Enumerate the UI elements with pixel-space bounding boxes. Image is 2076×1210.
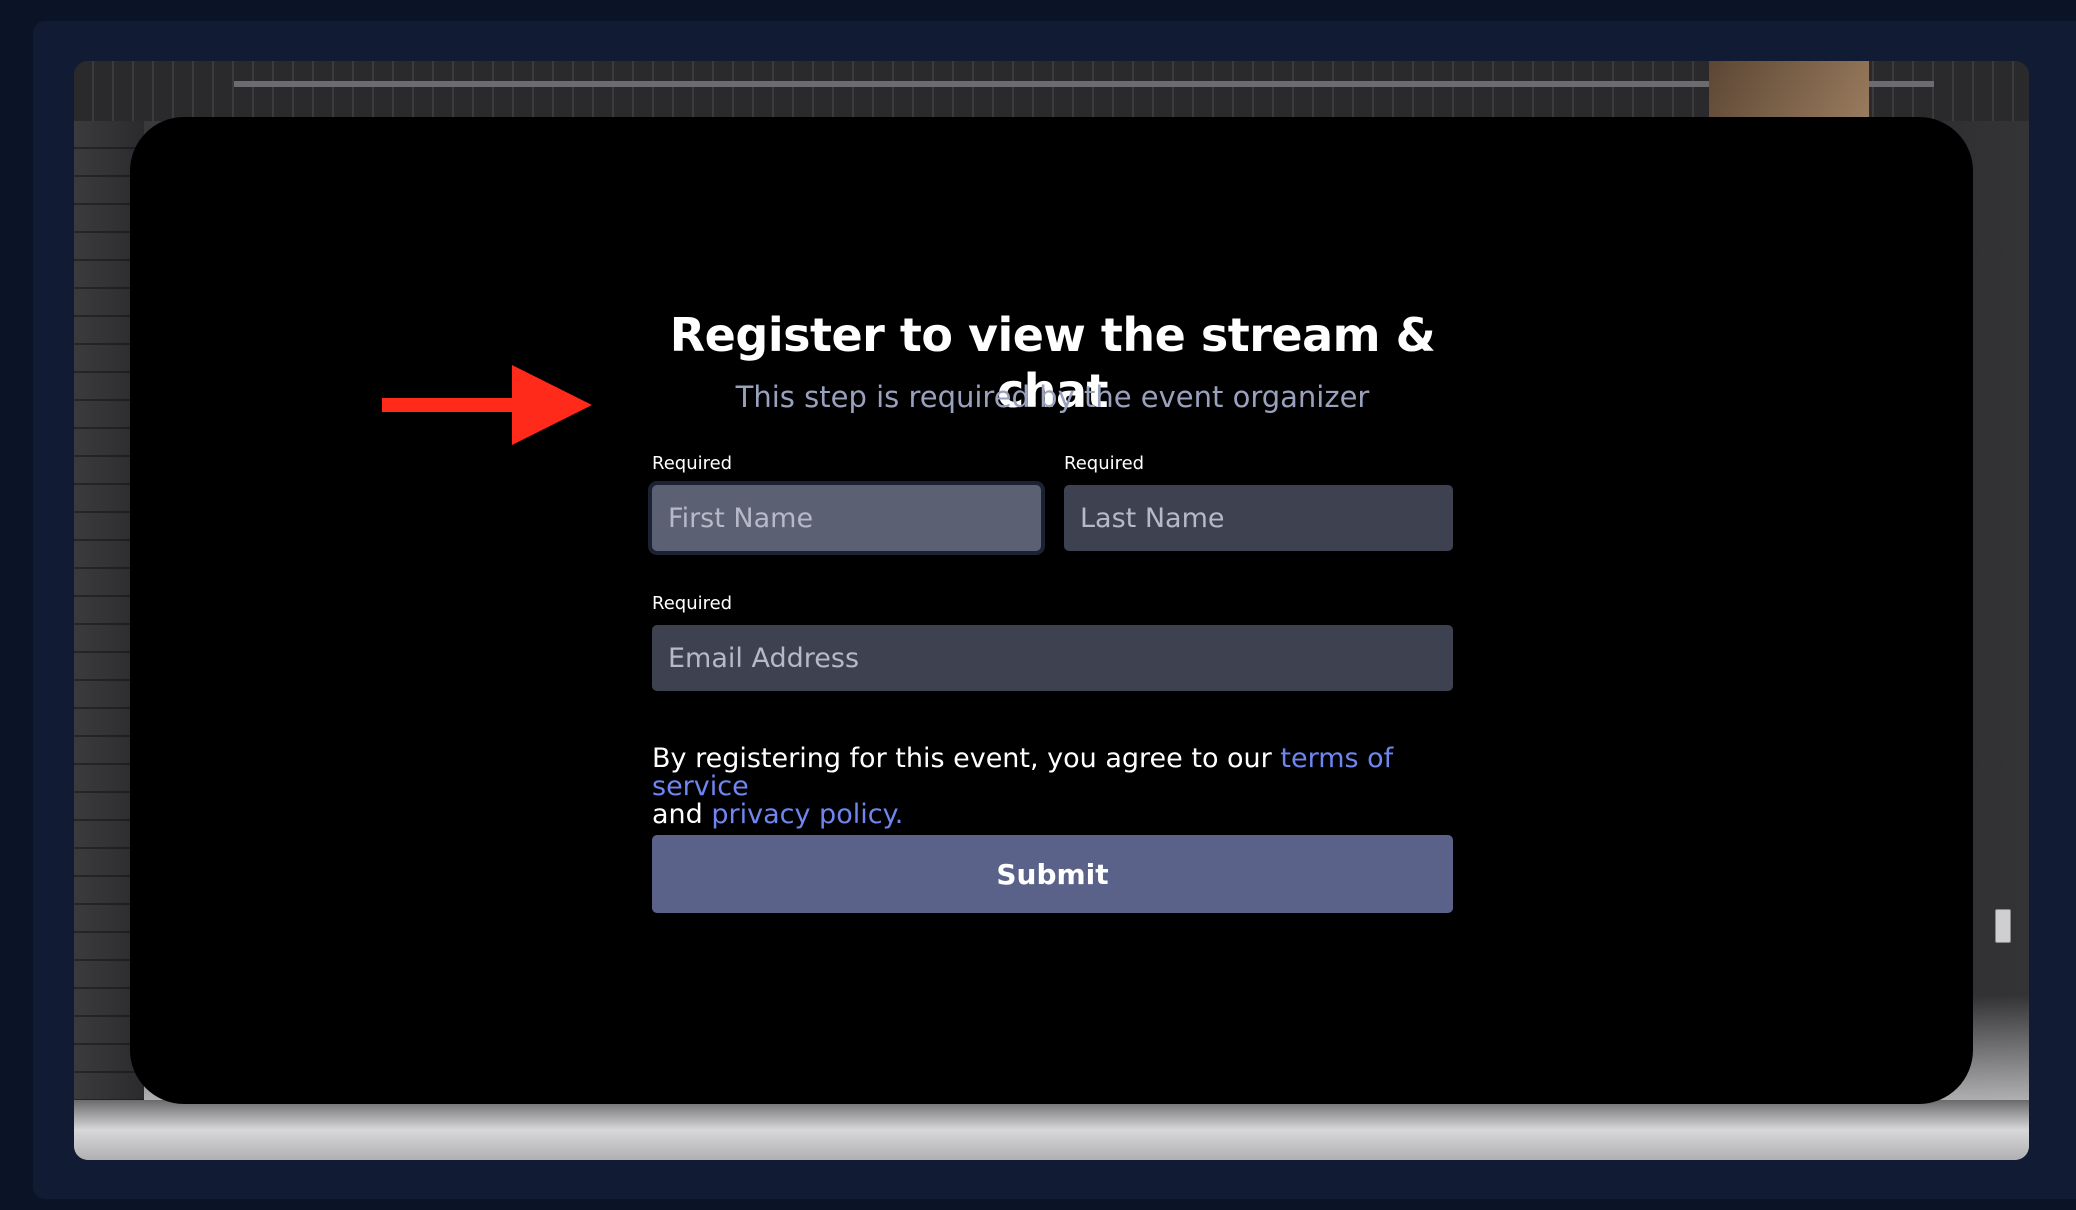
first-name-required-label: Required: [652, 453, 733, 474]
first-name-input[interactable]: [652, 485, 1041, 551]
modal-subtitle: This step is required by the event organ…: [735, 380, 1370, 414]
last-name-input[interactable]: [1064, 485, 1453, 551]
privacy-policy-link[interactable]: privacy policy.: [711, 799, 903, 830]
floor: [74, 1100, 2029, 1160]
email-input[interactable]: [652, 625, 1453, 691]
registration-form: Register to view the stream & chat This …: [382, 117, 1453, 1104]
submit-button[interactable]: Submit: [652, 835, 1453, 913]
wall-switch: [1995, 909, 2011, 943]
last-name-required-label: Required: [1064, 453, 1145, 474]
registration-modal: Register to view the stream & chat This …: [130, 117, 1973, 1104]
agreement-middle: and: [652, 799, 703, 830]
email-required-label: Required: [652, 593, 733, 614]
ceiling-rail: [234, 81, 1934, 87]
agreement-prefix: By registering for this event, you agree…: [652, 743, 1272, 774]
ceiling-wood-panel: [1709, 61, 1869, 121]
agreement-text: By registering for this event, you agree…: [652, 745, 1453, 829]
red-arrow-icon: [382, 365, 592, 445]
